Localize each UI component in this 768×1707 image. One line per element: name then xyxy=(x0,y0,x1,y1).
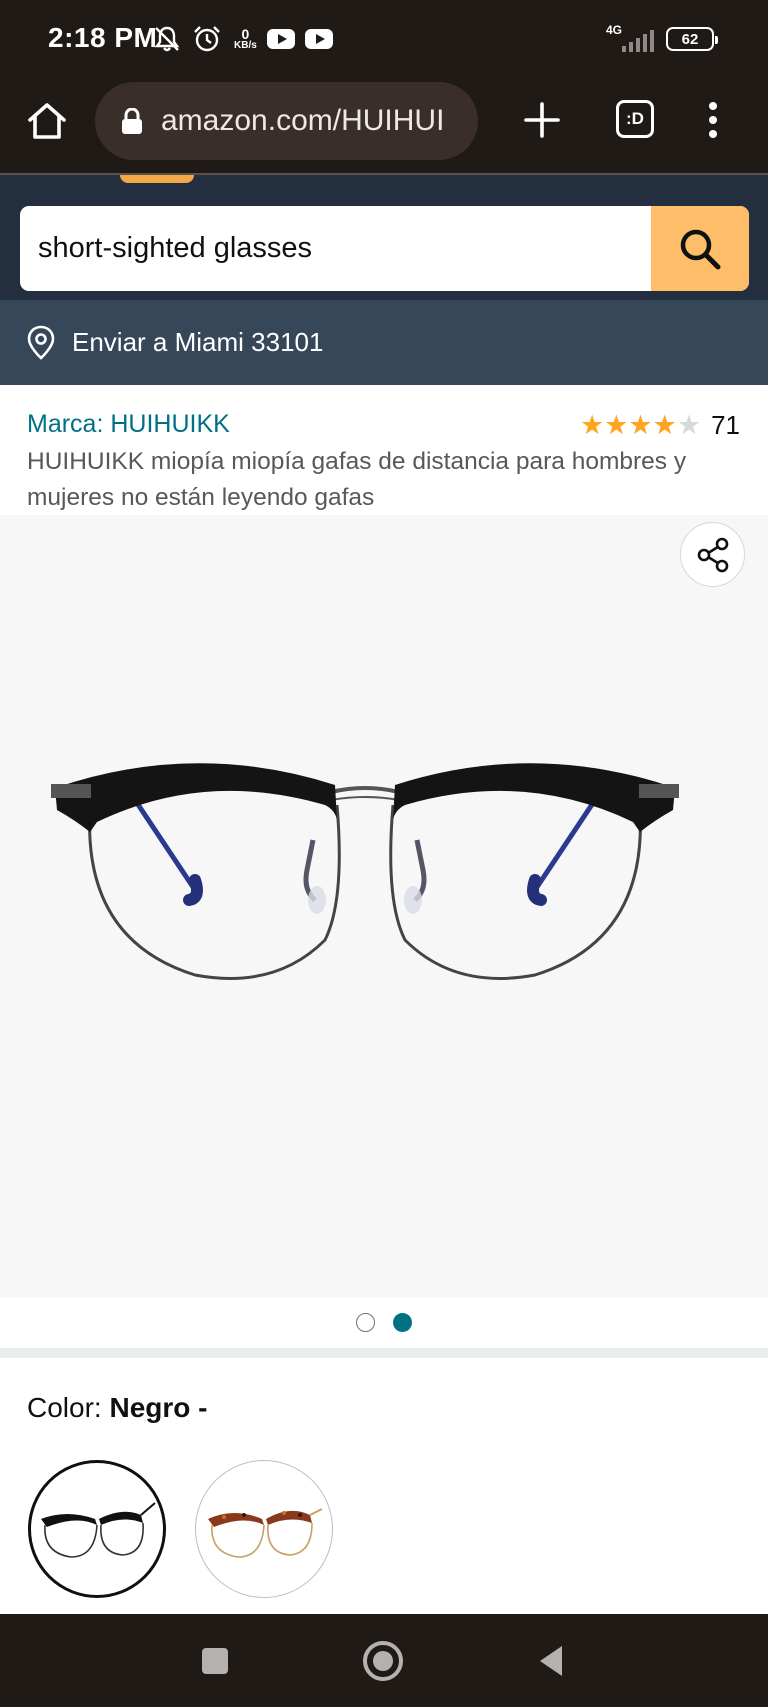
notification-icons: 0 KB/s xyxy=(152,24,333,54)
browser-toolbar: amazon.com/HUIHUI :D xyxy=(0,80,768,175)
star-full-icon: ★ xyxy=(579,410,605,440)
delivery-location-text: Enviar a Miami 33101 xyxy=(72,327,324,357)
swatch-image-tortoise-glasses xyxy=(208,1508,323,1558)
delivery-location-bar[interactable]: Enviar a Miami 33101 xyxy=(0,300,768,385)
carousel-dot[interactable] xyxy=(356,1313,375,1332)
star-empty-icon: ★ xyxy=(676,410,702,440)
carousel-indicator xyxy=(0,1298,768,1348)
url-text: amazon.com/HUIHUI xyxy=(161,104,445,137)
product-image-glasses xyxy=(51,763,679,980)
circle-home-icon xyxy=(363,1641,403,1681)
youtube-icon xyxy=(304,29,333,49)
lock-icon xyxy=(122,108,142,134)
search-input[interactable] xyxy=(20,206,650,291)
home-nav-button[interactable] xyxy=(360,1638,406,1684)
search-icon xyxy=(680,229,721,269)
star-full-icon: ★ xyxy=(652,410,677,440)
tab-switcher-label: :D xyxy=(626,109,644,128)
home-button[interactable] xyxy=(24,98,70,144)
square-icon xyxy=(202,1648,228,1674)
carousel-dot-active[interactable] xyxy=(393,1313,412,1332)
plus-icon xyxy=(524,102,560,138)
address-bar[interactable]: amazon.com/HUIHUI xyxy=(95,82,478,160)
share-icon xyxy=(697,537,728,572)
recent-apps-button[interactable] xyxy=(192,1638,238,1684)
brand-link[interactable]: Marca: HUIHUIKK xyxy=(27,410,230,439)
color-selector-label: Color: Negro - xyxy=(27,1392,207,1424)
location-pin-icon xyxy=(27,325,55,360)
network-speed-value: 0 xyxy=(241,26,250,42)
back-nav-button[interactable] xyxy=(528,1638,574,1684)
network-speed: 0 KB/s xyxy=(234,27,257,51)
mute-icon xyxy=(152,24,182,54)
star-full-icon: ★ xyxy=(604,410,629,440)
new-tab-button[interactable] xyxy=(520,98,564,142)
network-type: 4G xyxy=(606,23,623,37)
more-vertical-icon xyxy=(709,102,717,138)
section-divider xyxy=(0,1348,768,1358)
alarm-icon xyxy=(192,24,222,54)
system-navigation-bar xyxy=(0,1614,768,1707)
signal-icon: 4G xyxy=(606,24,654,54)
rating-count: 71 xyxy=(711,410,740,440)
home-icon xyxy=(28,103,66,139)
share-button[interactable] xyxy=(680,522,745,587)
star-full-icon: ★ xyxy=(628,410,653,440)
system-indicators: 4G 62 xyxy=(606,24,718,54)
status-time: 2:18 PM xyxy=(48,22,158,53)
tab-switcher-button[interactable]: :D xyxy=(616,100,654,138)
product-title: HUIHUIKK miopía miopía gafas de distanci… xyxy=(27,448,687,511)
status-bar: 2:18 PM 0 KB/s 4G 62 xyxy=(0,0,768,80)
search-bar xyxy=(20,206,749,291)
network-speed-unit: KB/s xyxy=(234,40,257,51)
back-triangle-icon xyxy=(540,1646,562,1676)
logo-fragment xyxy=(120,175,194,183)
color-swatch-negro[interactable] xyxy=(28,1460,166,1598)
product-rating[interactable]: ★ ★ ★ ★ ★ 71 xyxy=(580,410,740,441)
color-swatch-carey[interactable] xyxy=(195,1460,333,1598)
swatch-image-black-glasses xyxy=(41,1502,156,1558)
youtube-icon xyxy=(266,29,295,49)
star-rating: ★ ★ ★ ★ ★ xyxy=(580,412,701,439)
battery-icon: 62 xyxy=(666,27,718,51)
search-button[interactable] xyxy=(651,206,749,291)
selected-color-value: Negro - xyxy=(109,1392,208,1423)
color-label-text: Color: xyxy=(27,1392,102,1423)
battery-level: 62 xyxy=(681,30,699,48)
browser-menu-button[interactable] xyxy=(700,98,726,142)
